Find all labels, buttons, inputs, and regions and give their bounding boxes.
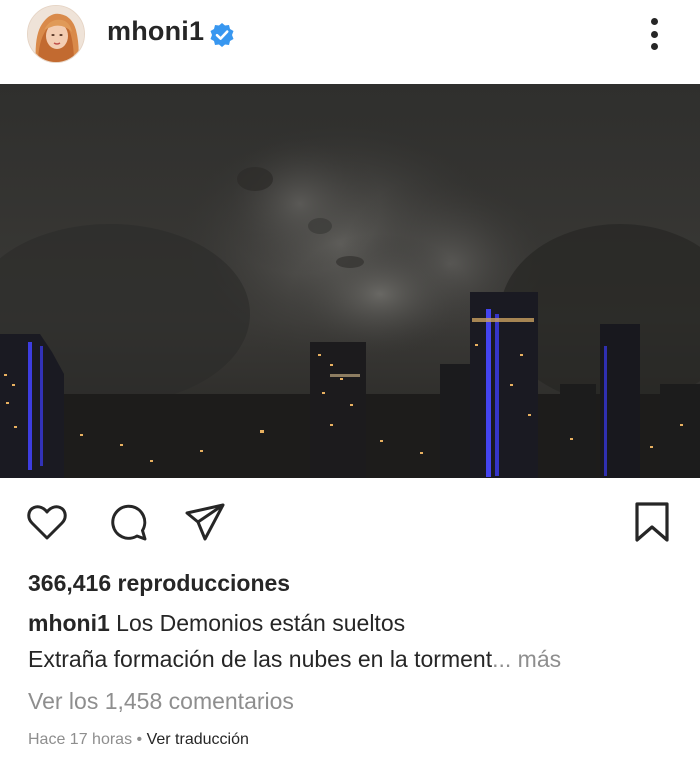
storm-cityscape-image [0,84,700,478]
instagram-post: mhoni1 366,416 reproducciones mhoni1 Los… [0,0,700,759]
post-timestamp: Hace 17 horas [28,731,133,748]
caption-author[interactable]: mhoni1 [28,610,110,636]
see-translation-link[interactable]: Ver traducción [147,731,249,748]
caption-ellipsis: ... [492,646,512,672]
share-icon[interactable] [183,500,227,544]
comment-icon[interactable] [106,500,150,544]
more-options-icon[interactable] [640,14,668,54]
views-count[interactable]: 366,416 reproducciones [28,570,290,597]
verified-badge-icon [210,23,234,47]
post-header: mhoni1 [0,0,700,84]
caption-line2-text: Extraña formación de las nubes en la tor… [28,646,493,672]
post-username[interactable]: mhoni1 [107,16,204,47]
post-actions [0,488,700,558]
post-meta: Hace 17 horas • Ver traducción [28,731,249,749]
avatar-image [28,6,84,62]
post-video[interactable] [0,84,700,478]
view-comments-link[interactable]: Ver los 1,458 comentarios [28,688,294,715]
avatar[interactable] [27,5,85,63]
caption: mhoni1 Los Demonios están sueltos [28,610,678,637]
heart-icon[interactable] [25,500,69,544]
caption-more-link[interactable]: más [518,646,561,672]
bookmark-icon[interactable] [630,500,674,544]
caption-text: Los Demonios están sueltos [116,610,406,636]
caption-line2: Extraña formación de las nubes en la tor… [28,646,688,673]
meta-separator: • [136,731,143,748]
